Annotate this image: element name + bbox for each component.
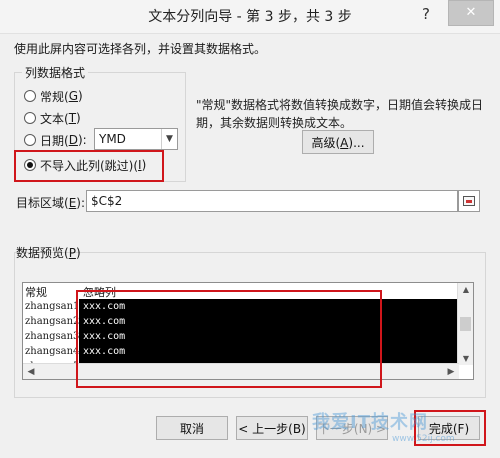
- scroll-down-icon[interactable]: ▼: [458, 354, 473, 363]
- help-button[interactable]: ?: [412, 0, 440, 30]
- radio-general[interactable]: 常规(G): [24, 86, 83, 106]
- target-area-label: 目标区域(E):: [16, 196, 86, 210]
- date-format-select[interactable]: YMD ▼: [94, 128, 178, 150]
- data-preview-label: 数据预览(P): [16, 246, 81, 260]
- range-picker-icon: [463, 196, 475, 206]
- highlight-preview-column: [76, 290, 382, 388]
- radio-date[interactable]: 日期(D):: [24, 130, 87, 150]
- advanced-button[interactable]: 高级(A)...: [302, 130, 374, 154]
- back-button[interactable]: < 上一步(B): [236, 416, 308, 440]
- close-icon: ✕: [465, 5, 477, 20]
- chevron-down-icon[interactable]: ▼: [161, 129, 177, 149]
- table-row: zhangsan2: [25, 316, 80, 327]
- scroll-up-icon[interactable]: ▲: [458, 285, 473, 294]
- close-button[interactable]: ✕: [448, 0, 494, 26]
- radio-text[interactable]: 文本(T): [24, 108, 81, 128]
- radio-circle-general[interactable]: [24, 90, 36, 102]
- table-row: zhangsan4: [25, 346, 80, 357]
- highlight-skip-column: [14, 150, 164, 182]
- column-format-legend: 列数据格式: [22, 64, 89, 81]
- collapse-dialog-button[interactable]: [458, 190, 480, 212]
- watermark-text: 我爱IT技术网: [312, 412, 428, 433]
- table-row: zhangsan3: [25, 331, 80, 342]
- cancel-button[interactable]: 取消: [156, 416, 228, 440]
- scroll-thumb[interactable]: [460, 317, 471, 331]
- preview-column-1[interactable]: zhangsan1 zhangsan2 zhangsan3 zhangsan4 …: [23, 299, 80, 372]
- format-description: "常规"数据格式将数值转换成数字，日期值会转换成日期，其余数据则转换成文本。: [196, 98, 484, 130]
- target-area-input[interactable]: $C$2: [86, 190, 458, 212]
- instruction-text: 使用此屏内容可选择各列，并设置其数据格式。: [14, 42, 267, 56]
- vertical-scrollbar[interactable]: ▲ ▼: [457, 283, 473, 365]
- table-row: zhangsan1: [25, 301, 80, 312]
- preview-header-col1[interactable]: 常规: [25, 284, 47, 300]
- radio-circle-date[interactable]: [24, 134, 36, 146]
- scroll-right-icon[interactable]: ▶: [443, 364, 459, 379]
- scroll-left-icon[interactable]: ◀: [23, 364, 39, 379]
- radio-circle-text[interactable]: [24, 112, 36, 124]
- watermark-url: www.52ij.com: [392, 434, 455, 444]
